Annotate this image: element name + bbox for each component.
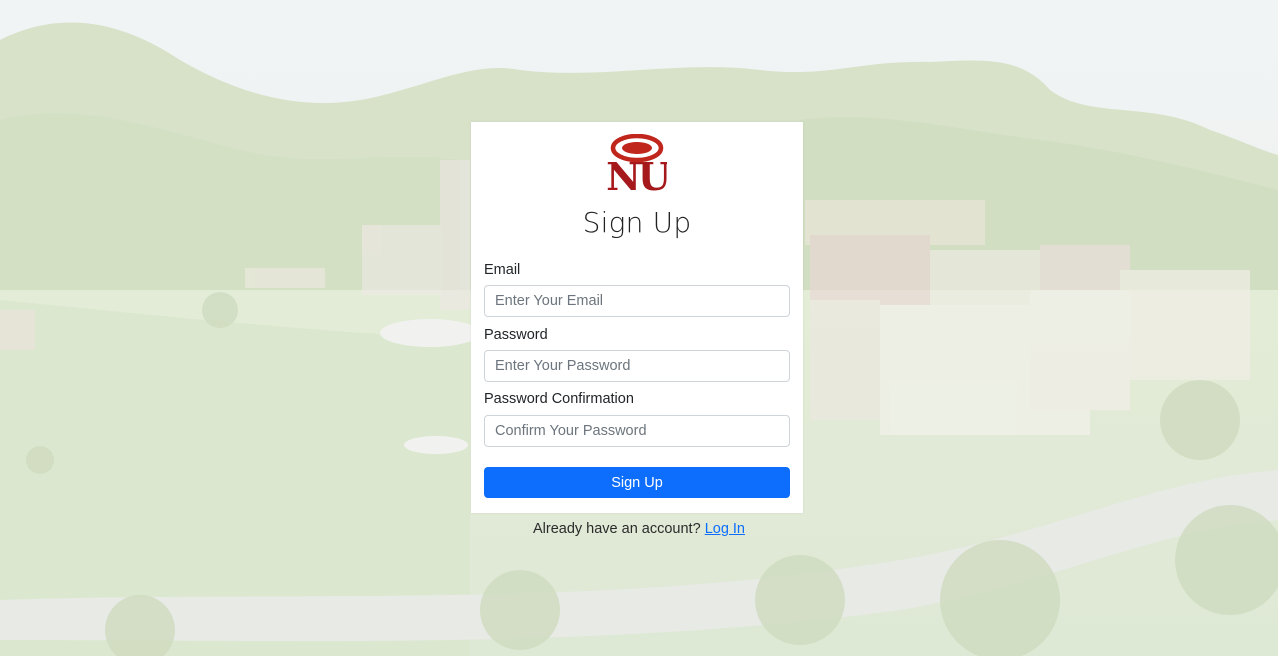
login-prompt: Already have an account? Log In xyxy=(0,521,1278,537)
password-confirmation-field[interactable] xyxy=(484,415,790,447)
email-field[interactable] xyxy=(484,285,790,317)
login-link[interactable]: Log In xyxy=(705,521,745,537)
password-field[interactable] xyxy=(484,350,790,382)
page-title: Sign Up xyxy=(582,206,692,239)
logo-wordmark: NU xyxy=(607,154,667,194)
email-label: Email xyxy=(484,262,521,278)
signup-card: NU Sign Up Email Password Password Confi… xyxy=(471,122,803,513)
login-prompt-text: Already have an account? xyxy=(532,521,701,537)
nu-logo-icon: NU xyxy=(607,134,667,194)
password-confirmation-label: Password Confirmation xyxy=(484,391,634,407)
sign-up-button[interactable]: Sign Up xyxy=(484,467,790,498)
password-label: Password xyxy=(484,327,548,343)
nu-logo: NU xyxy=(471,134,803,194)
